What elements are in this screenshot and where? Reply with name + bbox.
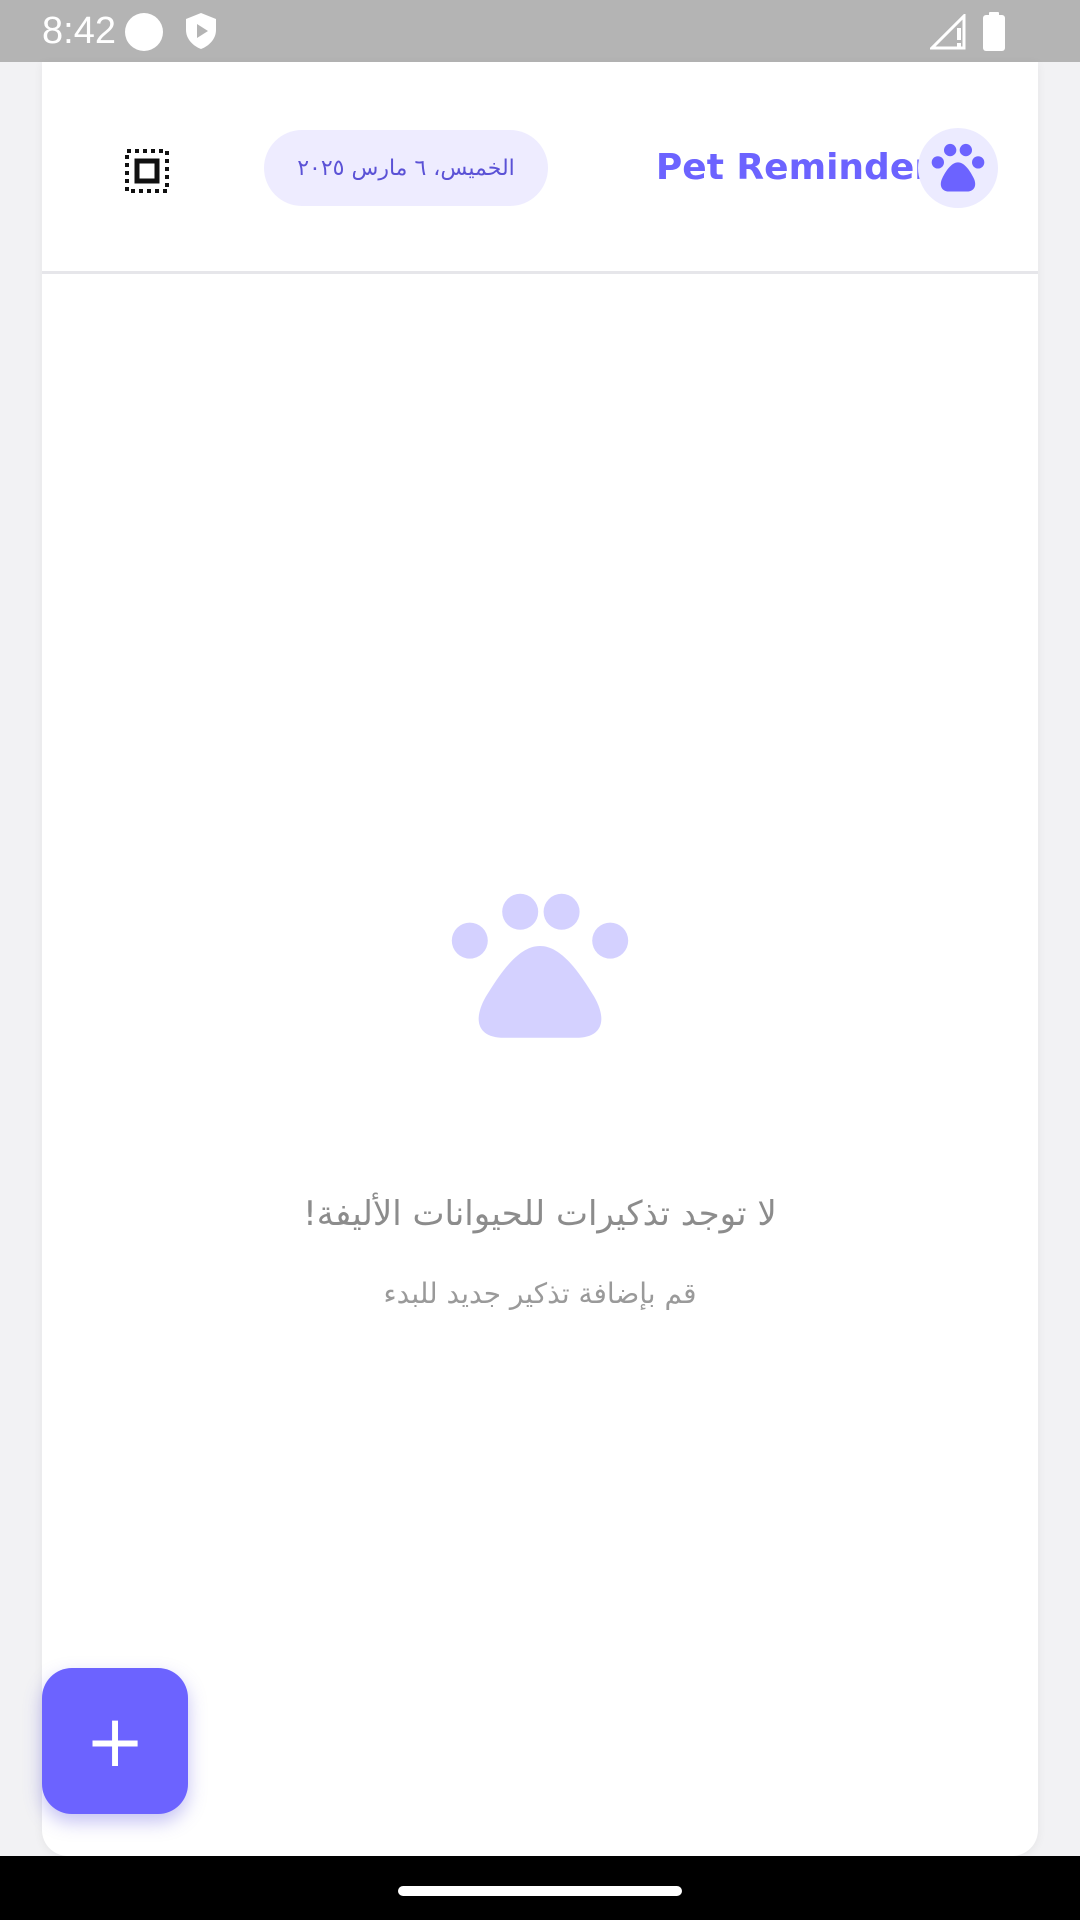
empty-state-subtitle: قم بإضافة تذكير جديد للبدء <box>383 1277 697 1310</box>
battery-icon <box>983 12 1005 51</box>
grid-select-icon <box>125 149 169 193</box>
home-indicator[interactable] <box>398 1886 682 1896</box>
empty-state-title: لا توجد تذكيرات للحيوانات الأليفة! <box>303 1194 777 1234</box>
shield-play-icon <box>186 13 216 49</box>
grid-select-button[interactable] <box>120 144 174 198</box>
status-bar: 8:42 <box>0 0 1080 62</box>
plus-icon: + <box>84 1699 146 1783</box>
app-title: Pet Reminder <box>655 147 932 188</box>
signal-off-icon <box>930 14 966 50</box>
main-card: الخميس، ٦ مارس ٢٠٢٥ Pet Reminder لا توجد… <box>42 62 1038 1856</box>
logo-badge <box>918 128 998 208</box>
date-label: الخميس، ٦ مارس ٢٠٢٥ <box>297 155 515 181</box>
paw-icon <box>931 143 985 192</box>
date-chip[interactable]: الخميس، ٦ مارس ٢٠٢٥ <box>264 130 548 206</box>
app-header: الخميس، ٦ مارس ٢٠٢٥ Pet Reminder <box>42 62 1038 274</box>
navigation-bar <box>0 1856 1080 1920</box>
empty-paw-icon <box>451 893 629 1038</box>
status-time: 8:42 <box>42 10 116 52</box>
add-reminder-button[interactable]: + <box>42 1668 188 1814</box>
circle-icon <box>125 13 163 51</box>
